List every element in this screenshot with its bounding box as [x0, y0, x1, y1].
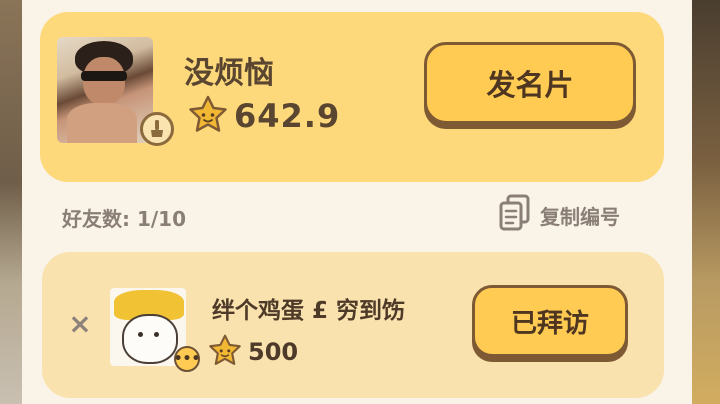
friend-name: 绊个鸡蛋 £ 穷到饬 [212, 298, 406, 324]
my-avatar[interactable] [57, 37, 153, 143]
star-face-icon [188, 95, 228, 137]
background-scene-right [692, 0, 720, 404]
close-icon[interactable]: × [66, 310, 94, 338]
my-score-value: 642.9 [234, 97, 341, 135]
more-dots-icon[interactable]: ••• [174, 346, 200, 372]
copy-id-label: 复制编号 [540, 204, 620, 229]
send-card-button[interactable]: 发名片 [424, 42, 636, 124]
friends-count-label: 好友数: 1/10 [62, 207, 187, 231]
my-score-row: 642.9 [188, 95, 340, 137]
my-name: 没烦恼 [184, 56, 274, 91]
friend-score-row: 500 [208, 334, 298, 370]
copy-document-icon [498, 194, 532, 236]
brush-icon[interactable] [140, 112, 174, 146]
friend-score-value: 500 [248, 338, 299, 366]
copy-id-button[interactable]: 复制编号 [498, 194, 620, 236]
star-face-icon [208, 334, 242, 370]
friends-panel: 没烦恼 642.9 发名片 好友数: 1/10 复制编号 × ••• 绊个鸡蛋 … [22, 0, 692, 404]
visited-button[interactable]: 已拜访 [472, 285, 628, 357]
background-scene-left [0, 0, 22, 404]
